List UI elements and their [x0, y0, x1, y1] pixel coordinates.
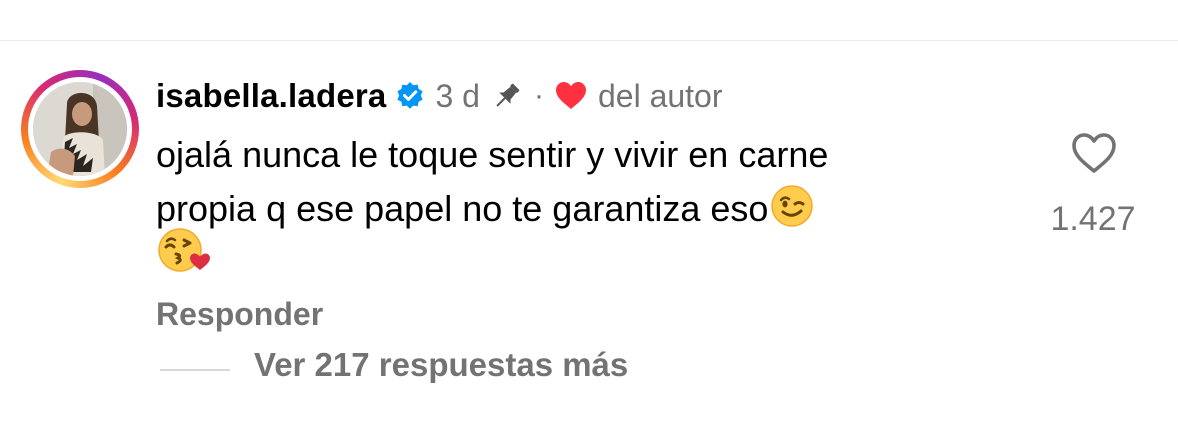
winking-face-emoji	[770, 184, 814, 228]
comment-time: 3 d	[435, 77, 480, 114]
reply-button[interactable]: Responder	[156, 296, 323, 333]
top-divider	[0, 40, 1178, 41]
face-blowing-a-kiss-emoji	[156, 226, 212, 274]
like-count: 1.427	[1050, 200, 1136, 238]
verified-badge-icon	[395, 81, 425, 111]
heart-outline-icon	[1072, 133, 1116, 173]
comment-text-line2: propia q ese papel no te garantiza eso	[156, 188, 769, 229]
comment-text-line1: ojalá nunca le toque sentir y vivir en c…	[156, 134, 829, 175]
username[interactable]: isabella.ladera	[156, 77, 386, 115]
avatar-photo	[33, 82, 127, 176]
view-replies-button[interactable]: Ver 217 respuestas más	[254, 346, 628, 384]
replies-divider	[160, 369, 230, 371]
avatar[interactable]	[21, 70, 139, 188]
heart-filled-icon	[554, 79, 588, 113]
separator-dot: ·	[533, 79, 544, 112]
like-button[interactable]	[1066, 126, 1122, 180]
pin-icon	[490, 79, 524, 113]
comment-text: ojalá nunca le toque sentir y vivir en c…	[156, 128, 956, 236]
author-liked-label: del autor	[597, 77, 723, 114]
comment-header: isabella.ladera 3 d · del autor	[156, 74, 723, 118]
